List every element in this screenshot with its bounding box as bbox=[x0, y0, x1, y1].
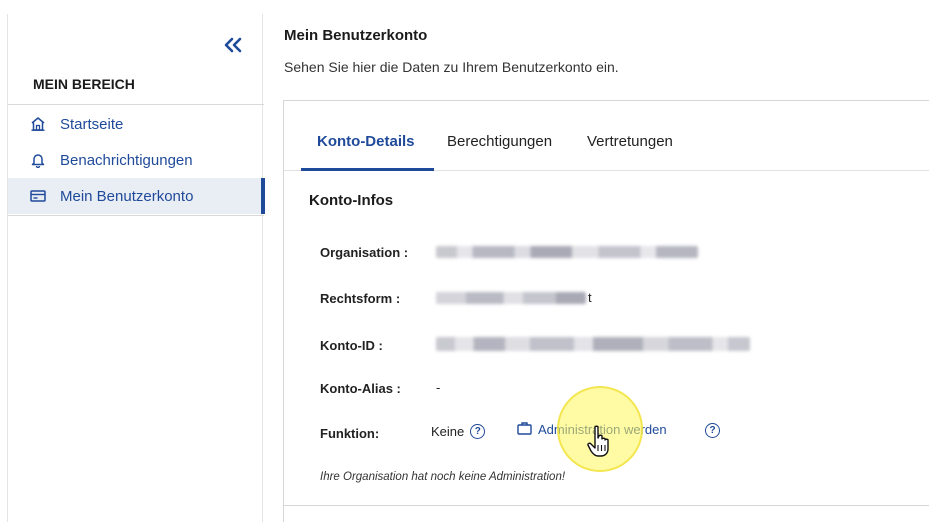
administration-werden-label: Administration werden bbox=[538, 422, 667, 437]
sidebar-item-label: Startseite bbox=[60, 115, 124, 133]
no-administration-note: Ihre Organisation hat noch keine Adminis… bbox=[320, 471, 566, 483]
funktion-label: Funktion: bbox=[320, 426, 380, 441]
id-card-icon bbox=[28, 187, 48, 205]
tab-bar: Konto-Details Berechtigungen Vertretunge… bbox=[284, 101, 929, 171]
tab-berechtigungen[interactable]: Berechtigungen bbox=[447, 133, 552, 150]
bell-icon bbox=[28, 151, 48, 169]
sidebar-nav-divider bbox=[8, 215, 264, 216]
funktion-value: Keine ? bbox=[431, 424, 486, 439]
administration-werden-link[interactable]: Administration werden bbox=[517, 421, 667, 438]
active-tab-indicator bbox=[301, 168, 434, 171]
rechtsform-label: Rechtsform : bbox=[320, 291, 401, 306]
sidebar-item-startseite[interactable]: Startseite bbox=[8, 106, 264, 142]
sidebar-item-benachrichtigungen[interactable]: Benachrichtigungen bbox=[8, 142, 264, 178]
sidebar-item-mein-benutzerkonto[interactable]: Mein Benutzerkonto bbox=[8, 178, 265, 214]
sidebar-nav: Startseite Benachrichtigungen Mein Benut… bbox=[8, 106, 265, 214]
sidebar-item-label: Benachrichtigungen bbox=[60, 151, 193, 169]
sidebar-item-label: Mein Benutzerkonto bbox=[60, 187, 194, 205]
double-chevron-left-icon bbox=[224, 37, 242, 53]
tab-vertretungen[interactable]: Vertretungen bbox=[587, 133, 673, 150]
sidebar: MEIN BEREICH Startseite Benachrichtigung… bbox=[7, 14, 265, 522]
sidebar-title: MEIN BEREICH bbox=[33, 76, 135, 92]
card-divider bbox=[284, 505, 929, 506]
briefcase-icon bbox=[517, 421, 532, 438]
organisation-label: Organisation : bbox=[320, 245, 409, 260]
rechtsform-visible-char: t bbox=[588, 290, 592, 305]
page-title: Mein Benutzerkonto bbox=[284, 27, 428, 44]
konto-id-label: Konto-ID : bbox=[320, 338, 383, 353]
help-icon[interactable]: ? bbox=[470, 424, 486, 439]
sidebar-divider bbox=[8, 104, 264, 105]
section-title: Konto-Infos bbox=[309, 192, 394, 209]
page-subtitle: Sehen Sie hier die Daten zu Ihrem Benutz… bbox=[284, 59, 619, 75]
account-details-card: Konto-Details Berechtigungen Vertretunge… bbox=[283, 100, 929, 522]
home-icon bbox=[28, 115, 48, 133]
konto-alias-label: Konto-Alias : bbox=[320, 381, 401, 396]
tab-konto-details[interactable]: Konto-Details bbox=[317, 133, 415, 150]
help-icon[interactable]: ? bbox=[705, 423, 720, 438]
konto-alias-value: - bbox=[436, 380, 441, 395]
collapse-sidebar-button[interactable] bbox=[220, 36, 246, 58]
funktion-value-text: Keine bbox=[431, 424, 465, 439]
